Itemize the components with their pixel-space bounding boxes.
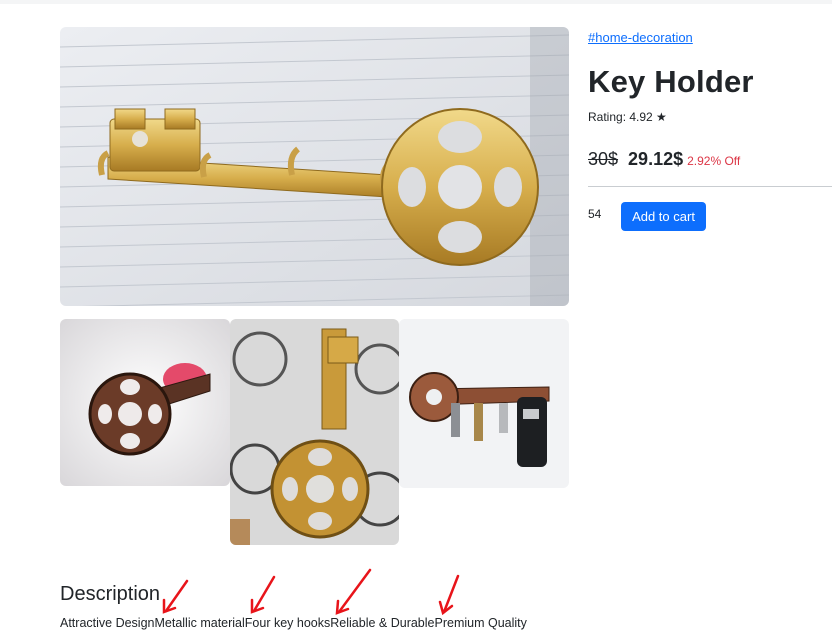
- top-border: [0, 0, 832, 4]
- feature-item: Premium Quality: [434, 616, 527, 630]
- feature-item: Attractive Design: [60, 616, 155, 630]
- category-tag-link[interactable]: #home-decoration: [588, 30, 693, 45]
- product-thumbnail-2[interactable]: [230, 319, 399, 545]
- product-rating: Rating: 4.92 ★: [588, 110, 667, 124]
- red-arrow-icon: [438, 574, 460, 616]
- description-heading: Description: [60, 583, 161, 605]
- divider: [588, 186, 832, 187]
- product-title: Key Holder: [588, 64, 754, 99]
- product-main-image[interactable]: [60, 27, 569, 306]
- feature-list: Attractive DesignMetallic materialFour k…: [60, 616, 527, 630]
- red-arrow-icon: [162, 579, 189, 614]
- product-thumbnail-3[interactable]: [399, 319, 569, 488]
- discount-percentage: 2.92% Off: [687, 154, 741, 168]
- original-price: 30$: [588, 149, 619, 169]
- red-arrow-icon: [250, 575, 276, 614]
- stock-count: 54: [588, 207, 602, 221]
- red-arrow-icon: [335, 568, 372, 615]
- price-row: 30$ 29.12$ 2.92% Off: [588, 149, 740, 170]
- product-thumbnail-1[interactable]: [60, 319, 230, 486]
- add-to-cart-button[interactable]: Add to cart: [621, 202, 706, 231]
- feature-item: Metallic material: [154, 616, 245, 630]
- discounted-price: 29.12$: [628, 149, 684, 169]
- feature-item: Four key hooks: [244, 616, 331, 630]
- feature-item: Reliable & Durable: [330, 616, 435, 630]
